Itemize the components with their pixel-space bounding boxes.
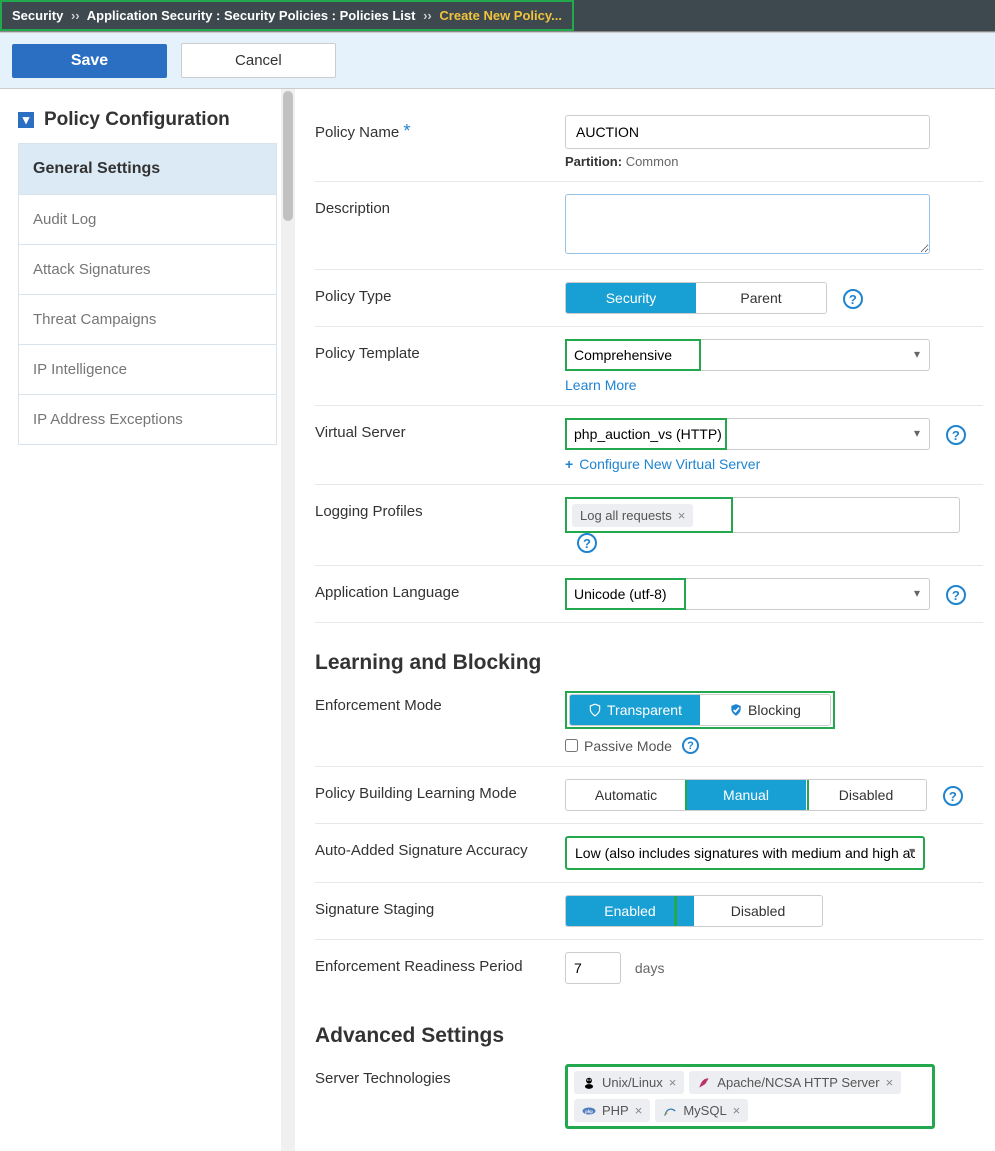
label-readiness-period: Enforcement Readiness Period <box>315 952 565 975</box>
server-tech-tag: php PHP × <box>574 1099 650 1122</box>
sidebar-item-ip-address-exceptions[interactable]: IP Address Exceptions <box>19 395 276 444</box>
content: Policy Name * Partition: Common Descript… <box>295 89 995 1151</box>
help-icon[interactable]: ? <box>843 289 863 309</box>
configure-virtual-server-link[interactable]: Configure New Virtual Server <box>565 456 760 472</box>
remove-tag-icon[interactable]: × <box>635 1103 643 1118</box>
section-advanced-heading: Advanced Settings <box>315 1024 983 1048</box>
learn-more-link[interactable]: Learn More <box>565 377 637 393</box>
scrollbar-track[interactable] <box>281 89 295 1151</box>
remove-tag-icon[interactable]: × <box>886 1075 894 1090</box>
enforcement-transparent[interactable]: Transparent <box>570 695 700 725</box>
enforcement-blocking[interactable]: Blocking <box>700 695 830 725</box>
sidebar-item-ip-intelligence[interactable]: IP Intelligence <box>19 345 276 395</box>
help-icon[interactable]: ? <box>946 425 966 445</box>
remove-tag-icon[interactable]: × <box>669 1075 677 1090</box>
label-signature-staging: Signature Staging <box>315 895 565 918</box>
help-icon[interactable]: ? <box>946 585 966 605</box>
learning-mode-toggle: Automatic Manual Disabled <box>565 779 927 811</box>
policy-type-toggle: Security Parent <box>565 282 827 314</box>
signature-accuracy-select[interactable]: Low (also includes signatures with mediu… <box>565 836 925 870</box>
php-icon: php <box>582 1104 596 1118</box>
readiness-unit: days <box>635 960 665 976</box>
scrollbar-thumb[interactable] <box>283 91 293 221</box>
label-logging-profiles: Logging Profiles <box>315 497 565 520</box>
staging-disabled[interactable]: Disabled <box>694 896 822 926</box>
cancel-button[interactable]: Cancel <box>181 43 336 78</box>
breadcrumb: Security ›› Application Security : Secur… <box>0 0 574 31</box>
sidebar-nav: General Settings Audit Log Attack Signat… <box>18 143 277 445</box>
mysql-icon <box>663 1104 677 1118</box>
label-learning-mode: Policy Building Learning Mode <box>315 779 565 802</box>
learning-manual[interactable]: Manual <box>686 780 806 810</box>
label-virtual-server: Virtual Server <box>315 418 565 441</box>
application-language-select[interactable]: Unicode (utf-8) <box>565 578 930 610</box>
remove-tag-icon[interactable]: × <box>678 508 686 523</box>
readiness-period-input[interactable] <box>565 952 621 984</box>
breadcrumb-path[interactable]: Application Security : Security Policies… <box>87 8 416 23</box>
policy-type-parent[interactable]: Parent <box>696 283 826 313</box>
label-enforcement-mode: Enforcement Mode <box>315 691 565 714</box>
learning-disabled[interactable]: Disabled <box>806 780 926 810</box>
logging-profiles-input[interactable]: Log all requests × <box>565 497 960 533</box>
label-policy-type: Policy Type <box>315 282 565 305</box>
enforcement-mode-toggle: Transparent Blocking <box>569 694 831 726</box>
sidebar-title: ▾ Policy Configuration <box>18 109 281 131</box>
virtual-server-select[interactable]: php_auction_vs (HTTP) <box>565 418 930 450</box>
svg-text:php: php <box>585 1108 593 1113</box>
shield-icon <box>588 703 602 717</box>
label-policy-template: Policy Template <box>315 339 565 362</box>
breadcrumb-current: Create New Policy... <box>439 8 562 23</box>
server-tech-tag: Apache/NCSA HTTP Server × <box>689 1071 901 1094</box>
sidebar-item-threat-campaigns[interactable]: Threat Campaigns <box>19 295 276 345</box>
toolbar: Save Cancel <box>0 32 995 89</box>
sidebar-item-audit-log[interactable]: Audit Log <box>19 195 276 245</box>
staging-enabled[interactable]: Enabled <box>566 896 694 926</box>
label-server-technologies: Server Technologies <box>315 1064 565 1087</box>
sidebar: ▾ Policy Configuration General Settings … <box>0 89 281 445</box>
server-technologies-input[interactable]: Unix/Linux × Apache/NCSA HTTP Server × p… <box>565 1064 935 1129</box>
sidebar-item-general-settings[interactable]: General Settings <box>19 144 276 195</box>
label-application-language: Application Language <box>315 578 565 601</box>
save-button[interactable]: Save <box>12 44 167 78</box>
passive-mode-label: Passive Mode <box>584 738 672 754</box>
logging-profile-tag: Log all requests × <box>572 504 693 527</box>
label-description: Description <box>315 194 565 217</box>
breadcrumb-root[interactable]: Security <box>12 8 63 23</box>
apache-icon <box>697 1076 711 1090</box>
policy-template-select[interactable]: Comprehensive <box>565 339 930 371</box>
policy-type-security[interactable]: Security <box>566 283 696 313</box>
label-policy-name: Policy Name * <box>315 115 565 142</box>
server-tech-tag: Unix/Linux × <box>574 1071 684 1094</box>
description-textarea[interactable] <box>565 194 930 254</box>
linux-icon <box>582 1076 596 1090</box>
passive-mode-checkbox[interactable] <box>565 739 578 752</box>
help-icon[interactable]: ? <box>577 533 597 553</box>
signature-staging-toggle: Enabled Disabled <box>565 895 823 927</box>
shield-check-icon <box>729 703 743 717</box>
sidebar-item-attack-signatures[interactable]: Attack Signatures <box>19 245 276 295</box>
partition-label: Partition: Common <box>565 154 983 169</box>
server-tech-tag: MySQL × <box>655 1099 748 1122</box>
help-icon[interactable]: ? <box>943 786 963 806</box>
help-icon[interactable]: ? <box>682 737 699 754</box>
policy-name-input[interactable] <box>565 115 930 149</box>
learning-automatic[interactable]: Automatic <box>566 780 686 810</box>
collapse-icon[interactable]: ▾ <box>18 112 34 128</box>
section-learning-heading: Learning and Blocking <box>315 651 983 675</box>
remove-tag-icon[interactable]: × <box>733 1103 741 1118</box>
label-signature-accuracy: Auto-Added Signature Accuracy <box>315 836 565 859</box>
